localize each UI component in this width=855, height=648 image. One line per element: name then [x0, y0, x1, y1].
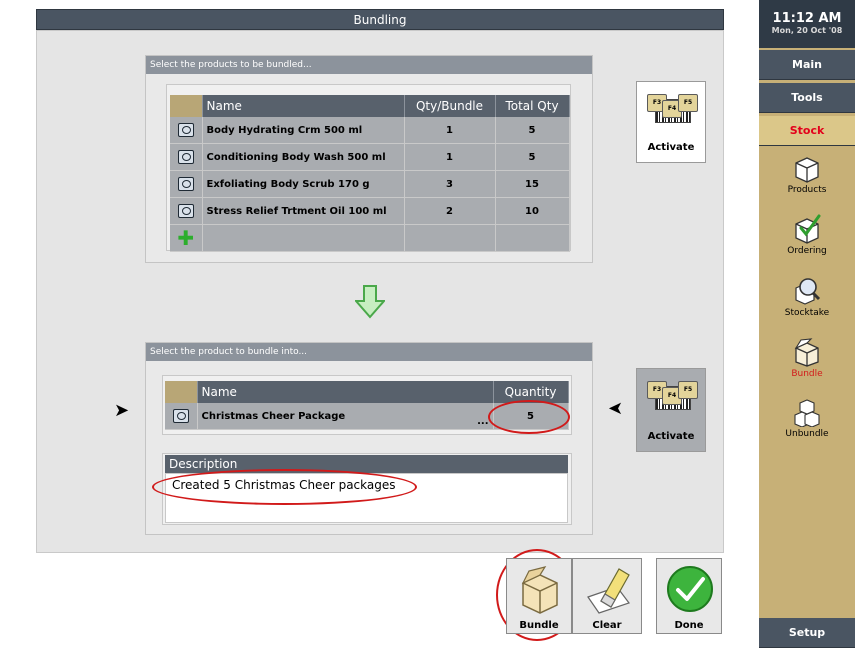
- product-icon: [177, 204, 194, 218]
- quantity-highlight-circle: [488, 400, 570, 434]
- checkmark-icon: [667, 566, 713, 612]
- tools-nav-button[interactable]: Tools: [759, 83, 855, 113]
- sidebar-item-label: Ordering: [787, 246, 827, 256]
- product-icon: [177, 150, 194, 164]
- clock-panel: 11:12 AM Mon, 20 Oct '08: [759, 0, 855, 48]
- qty-bundle-cell[interactable]: 1: [404, 143, 496, 171]
- total-qty-cell: 5: [495, 143, 570, 171]
- sidebar-item-bundle[interactable]: Bundle: [759, 337, 855, 379]
- right-pointer-icon: ➤: [608, 398, 624, 419]
- sidebar: 11:12 AM Mon, 20 Oct '08 Main Tools Stoc…: [759, 0, 855, 648]
- table-row[interactable]: Stress Relief Trtment Oil 100 ml 2 10: [170, 197, 570, 225]
- sidebar-item-label: Bundle: [791, 369, 823, 379]
- clock-date: Mon, 20 Oct '08: [771, 26, 843, 35]
- sidebar-item-products[interactable]: Products: [759, 153, 855, 195]
- browse-ellipsis-button[interactable]: ...: [477, 416, 488, 427]
- unbundle-icon: [794, 399, 820, 427]
- product-icon: [177, 123, 194, 137]
- total-qty-cell: 15: [495, 170, 570, 198]
- main-area: Bundling Select the products to be bundl…: [0, 0, 755, 648]
- box-icon: [521, 566, 558, 614]
- add-product-row[interactable]: ✚: [170, 224, 570, 252]
- products-table: Name Qty/Bundle Total Qty Body Hydrating…: [170, 95, 570, 252]
- column-header-name[interactable]: Name: [197, 381, 494, 403]
- f5-key-icon: F5: [678, 381, 698, 399]
- activate-scanner-button-bottom[interactable]: F3 F4 F5 Activate: [636, 368, 706, 452]
- sidebar-item-ordering[interactable]: Ordering: [759, 214, 855, 256]
- bundle-table-header: Name Quantity: [165, 381, 569, 403]
- down-arrow-icon: [355, 285, 385, 319]
- check-box-icon: [795, 214, 821, 244]
- magnifier-box-icon: [795, 278, 821, 305]
- product-name[interactable]: Conditioning Body Wash 500 ml: [202, 143, 405, 171]
- qty-bundle-cell[interactable]: 1: [404, 117, 496, 144]
- eraser-icon: [587, 568, 630, 614]
- sidebar-item-label: Unbundle: [785, 429, 829, 439]
- bundle-into-section-header: Select the product to bundle into...: [146, 343, 592, 361]
- sidebar-item-label: Products: [787, 185, 827, 195]
- main-nav-button[interactable]: Main: [759, 50, 855, 80]
- activate-label: Activate: [647, 142, 695, 153]
- bundle-product-name[interactable]: Christmas Cheer Package: [202, 411, 346, 422]
- qty-bundle-cell[interactable]: 2: [404, 197, 496, 225]
- product-icon: [172, 409, 189, 423]
- sidebar-item-unbundle[interactable]: Unbundle: [759, 397, 855, 439]
- product-name[interactable]: Body Hydrating Crm 500 ml: [202, 117, 405, 144]
- done-button-label: Done: [674, 620, 704, 631]
- total-qty-cell: 10: [495, 197, 570, 225]
- clock-time: 11:12 AM: [772, 11, 842, 26]
- clear-button-label: Clear: [592, 620, 622, 631]
- stock-nav-button[interactable]: Stock: [759, 116, 855, 146]
- table-row[interactable]: Body Hydrating Crm 500 ml 1 5: [170, 117, 570, 144]
- total-qty-cell: 5: [495, 117, 570, 144]
- activate-label: Activate: [647, 431, 695, 442]
- left-pointer-icon: ➤: [114, 400, 130, 421]
- bundle-icon: [794, 338, 819, 367]
- qty-bundle-cell[interactable]: 3: [404, 170, 496, 198]
- product-name[interactable]: Exfoliating Body Scrub 170 g: [202, 170, 405, 198]
- product-icon: [177, 177, 194, 191]
- product-name[interactable]: Stress Relief Trtment Oil 100 ml: [202, 197, 405, 225]
- box-icon: [795, 157, 819, 183]
- sidebar-item-stocktake[interactable]: Stocktake: [759, 276, 855, 318]
- products-section-header: Select the products to be bundled...: [146, 56, 592, 74]
- table-corner: [165, 381, 198, 403]
- bundle-button-label: Bundle: [519, 620, 559, 631]
- sidebar-item-label: Stocktake: [784, 308, 830, 318]
- table-row[interactable]: Conditioning Body Wash 500 ml 1 5: [170, 143, 570, 171]
- column-header-qty-bundle[interactable]: Qty/Bundle: [404, 95, 496, 117]
- f5-key-icon: F5: [678, 94, 698, 112]
- bundle-button[interactable]: Bundle: [506, 558, 572, 634]
- column-header-total-qty[interactable]: Total Qty: [495, 95, 570, 117]
- products-table-header: Name Qty/Bundle Total Qty: [170, 95, 570, 117]
- table-corner: [170, 95, 203, 117]
- clear-button[interactable]: Clear: [572, 558, 642, 634]
- column-header-name[interactable]: Name: [202, 95, 405, 117]
- add-product-icon[interactable]: ✚: [177, 228, 194, 248]
- window-title: Bundling: [36, 9, 724, 30]
- table-row[interactable]: Exfoliating Body Scrub 170 g 3 15: [170, 170, 570, 198]
- done-button[interactable]: Done: [656, 558, 722, 634]
- activate-scanner-button-top[interactable]: F3 F4 F5 Activate: [636, 81, 706, 163]
- setup-nav-button[interactable]: Setup: [759, 618, 855, 648]
- description-highlight-circle: [152, 469, 417, 505]
